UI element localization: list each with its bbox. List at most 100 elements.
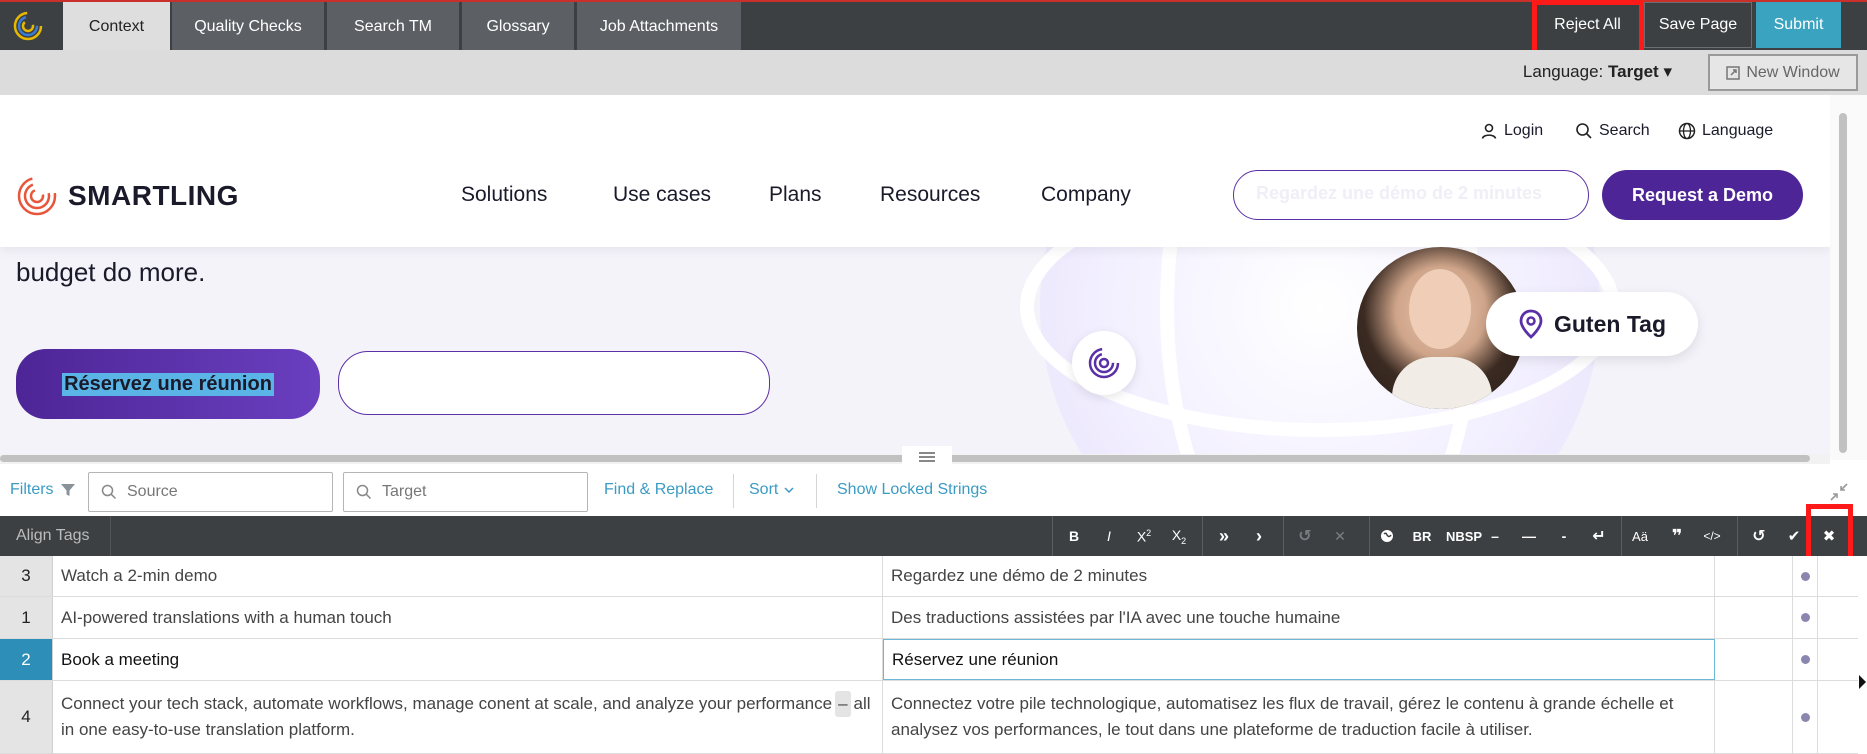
clear-format-icon[interactable]: ✕ <box>1323 516 1357 556</box>
new-window-button[interactable]: New Window <box>1708 54 1858 91</box>
italic-button[interactable]: I <box>1092 516 1126 556</box>
double-chevron-right-icon[interactable]: » <box>1207 516 1241 556</box>
chevron-right-icon[interactable]: › <box>1242 516 1276 556</box>
target-search-input[interactable] <box>382 483 552 501</box>
hero-section: budget do more. Réservez une réunion Gut… <box>0 247 1830 455</box>
status-cell <box>1715 639 1793 680</box>
target-cell[interactable]: Regardez une démo de 2 minutes <box>883 556 1715 596</box>
request-demo-button[interactable]: Request a Demo <box>1602 170 1803 220</box>
subscript-button[interactable]: X2 <box>1162 516 1196 556</box>
nav-resources[interactable]: Resources <box>880 183 980 207</box>
watch-demo-button[interactable]: Regardez une démo de 2 minutes <box>1233 170 1589 220</box>
login-link[interactable]: Login <box>1480 122 1543 140</box>
nav-solutions[interactable]: Solutions <box>461 183 547 207</box>
status-dot-icon <box>1800 613 1810 622</box>
revert-icon[interactable]: ↺ <box>1742 516 1776 556</box>
table-row-active[interactable]: 2 Book a meeting Réservez une réunion <box>0 639 1858 681</box>
drag-handle-icon <box>919 452 935 462</box>
save-page-button[interactable]: Save Page <box>1644 2 1752 48</box>
row-number: 3 <box>0 556 53 596</box>
table-row[interactable]: 1 AI-powered translations with a human t… <box>0 597 1858 639</box>
fingerprint-icon <box>1088 347 1120 379</box>
language-selector[interactable]: Language: Target ▾ <box>1523 62 1672 82</box>
target-cell-editing[interactable]: Réservez une réunion <box>883 639 1715 680</box>
case-change-icon[interactable]: Aä <box>1623 516 1657 556</box>
bold-button[interactable]: B <box>1057 516 1091 556</box>
filter-bar: Filters Find & Replace Sort Show Locked … <box>0 464 1867 516</box>
tab-quality-checks[interactable]: Quality Checks <box>172 2 324 52</box>
en-dash-button[interactable]: – <box>1478 516 1512 556</box>
triangle-right-icon[interactable] <box>1858 674 1867 690</box>
brand-fingerprint-icon <box>17 176 57 216</box>
source-cell[interactable]: Watch a 2-min demo <box>53 556 883 596</box>
return-icon[interactable]: ↵ <box>1582 516 1616 556</box>
preview-vertical-scrollbar[interactable] <box>1830 95 1867 460</box>
undo-icon[interactable]: ↺ <box>1288 516 1322 556</box>
reject-all-button[interactable]: Reject All <box>1540 2 1635 48</box>
greeting-bubble: Guten Tag <box>1486 292 1698 356</box>
align-tags-button[interactable]: Align Tags <box>0 516 111 556</box>
tab-job-attachments[interactable]: Job Attachments <box>577 2 741 52</box>
filters-button[interactable]: Filters <box>10 481 76 499</box>
check-icon[interactable]: ✔ <box>1777 516 1811 556</box>
fingerprint-badge <box>1072 331 1136 395</box>
caret-down-icon: ▾ <box>1663 62 1672 81</box>
site-language-label: Language <box>1702 122 1774 139</box>
user-icon <box>1481 123 1497 139</box>
tab-search-tm[interactable]: Search TM <box>327 2 459 52</box>
target-cell[interactable]: Connectez votre pile technologique, auto… <box>883 681 1715 753</box>
filters-label: Filters <box>10 481 54 498</box>
nav-use-cases[interactable]: Use cases <box>613 183 711 207</box>
em-dash-button[interactable]: — <box>1512 516 1546 556</box>
globe-tool-icon[interactable] <box>1370 516 1404 556</box>
hero-text: budget do more. <box>16 257 206 287</box>
show-locked-strings-link[interactable]: Show Locked Strings <box>837 481 987 499</box>
login-label: Login <box>1504 122 1544 139</box>
empty-outline-button[interactable] <box>338 351 770 415</box>
language-bar: Language: Target ▾ New Window <box>0 50 1867 95</box>
nav-company[interactable]: Company <box>1041 183 1131 207</box>
status-dot-cell <box>1793 597 1818 638</box>
source-cell[interactable]: Connect your tech stack, automate workfl… <box>53 681 883 753</box>
target-cell[interactable]: Des traductions assistées par l'IA avec … <box>883 597 1715 638</box>
top-bar: Context Quality Checks Search TM Glossar… <box>0 0 1867 52</box>
table-row[interactable]: 4 Connect your tech stack, automate work… <box>0 681 1858 754</box>
source-search-field[interactable] <box>88 472 333 512</box>
tab-context[interactable]: Context <box>63 2 170 52</box>
status-dot-icon <box>1800 571 1810 581</box>
location-pin-icon <box>1519 309 1543 339</box>
site-search-label: Search <box>1599 122 1650 139</box>
source-text-a: Connect your tech stack, automate workfl… <box>61 694 833 713</box>
dash-tag[interactable]: – <box>835 691 851 717</box>
close-icon[interactable]: ✖ <box>1812 516 1846 556</box>
brand-name: SMARTLING <box>68 180 239 211</box>
site-language-link[interactable]: Language <box>1678 122 1773 140</box>
status-dot-icon <box>1800 712 1810 722</box>
source-cell[interactable]: Book a meeting <box>53 639 883 680</box>
search-icon <box>101 484 117 500</box>
source-cell[interactable]: AI-powered translations with a human tou… <box>53 597 883 638</box>
sort-label: Sort <box>749 481 779 498</box>
tab-glossary[interactable]: Glossary <box>462 2 574 52</box>
quote-icon[interactable]: ❞ <box>1660 516 1694 556</box>
new-window-label: New Window <box>1746 63 1840 81</box>
collapse-icon[interactable] <box>1829 482 1849 502</box>
table-row[interactable]: 3 Watch a 2-min demo Regardez une démo d… <box>0 556 1858 597</box>
nav-plans[interactable]: Plans <box>769 183 822 207</box>
book-meeting-button[interactable]: Réservez une réunion <box>16 349 320 419</box>
site-search-link[interactable]: Search <box>1575 122 1650 140</box>
code-icon[interactable]: </> <box>1695 516 1729 556</box>
sort-dropdown[interactable]: Sort <box>749 481 794 499</box>
target-search-field[interactable] <box>343 472 588 512</box>
find-replace-link[interactable]: Find & Replace <box>604 481 713 499</box>
request-demo-label: Request a Demo <box>1631 184 1774 205</box>
submit-button[interactable]: Submit <box>1756 2 1841 48</box>
hyphen-button[interactable]: - <box>1547 516 1581 556</box>
source-search-input[interactable] <box>127 483 297 501</box>
site-brand[interactable]: SMARTLING <box>16 175 239 217</box>
line-break-button[interactable]: BR <box>1405 516 1439 556</box>
superscript-button[interactable]: X2 <box>1127 516 1161 556</box>
status-dot-cell <box>1793 639 1818 680</box>
status-dot-cell <box>1793 681 1818 753</box>
status-dot-cell <box>1793 556 1818 596</box>
